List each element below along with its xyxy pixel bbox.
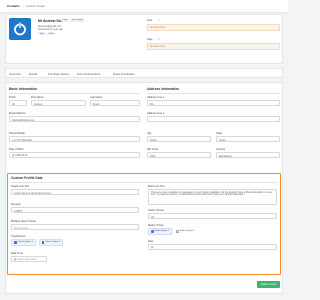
zip-label: ZIP Code <box>147 148 158 151</box>
prefix-label: Prefix <box>9 96 16 99</box>
checkbox-option-1[interactable]: Check Option 1 <box>11 239 36 246</box>
single-line-input[interactable]: Lorem ipsum is simply dummy text <box>11 189 139 195</box>
last-name-label: Last Name <box>90 96 103 99</box>
numeric-input[interactable]: 173876 <box>11 207 139 213</box>
country-select[interactable]: Bangladesh <box>216 152 280 158</box>
select-choice-dropdown[interactable]: NA <box>148 213 277 219</box>
address-line1-input[interactable]: 8/A <box>147 100 280 106</box>
divider <box>11 182 277 183</box>
update-contact-button[interactable]: Update Contact <box>257 281 280 288</box>
single-line-label: Single Line Text <box>11 185 30 188</box>
lists-edit-icon[interactable]: ✎ <box>158 19 160 22</box>
state-input[interactable]: Sylhet <box>216 136 280 142</box>
zip-input[interactable]: 3100 <box>147 152 211 158</box>
dob-label: Date of Birth <box>9 148 24 151</box>
multi-line-value: There are many variations of passages of… <box>151 190 273 197</box>
status-badge: Subscribed <box>70 18 85 22</box>
checkbox-icon <box>14 241 17 244</box>
breadcrumb-current: Andrew Stuart <box>26 4 46 8</box>
state-label: State <box>216 132 223 135</box>
date-time-label: Date Time <box>11 252 23 255</box>
address-info-title: Address Information <box>147 87 180 91</box>
radio-option-2[interactable]: Radio Option 2 <box>176 230 194 233</box>
first-name-label: First Name <box>31 96 44 99</box>
custom-profile-title: Custom Profile Data <box>11 176 43 180</box>
avatar[interactable] <box>9 18 31 40</box>
phone-input[interactable]: +1 (717) 555-0146 <box>9 136 140 142</box>
address-line2-label: Address Line 2 <box>147 112 165 115</box>
numeric-label: Numeric <box>11 203 21 206</box>
tab-bar: Overview Emails Purchase History Form Su… <box>5 68 283 78</box>
breadcrumb: Contacts / Andrew Stuart <box>0 0 288 13</box>
profile-header: Mr Andrew Stuart Lead Subscribed bluefro… <box>5 14 283 64</box>
tab-form-submissions[interactable]: Form Submissions <box>77 72 100 76</box>
checkboxes-label: Checkboxes <box>11 235 26 238</box>
country-label: Country <box>216 148 226 151</box>
divider <box>9 93 140 94</box>
date-time-value: Select date & time <box>17 257 37 261</box>
dob-input[interactable]: ▦ 1983-05-18 <box>9 152 140 158</box>
calendar-icon: ▦ <box>14 257 17 261</box>
radio-icon <box>176 230 179 233</box>
tags-label: Tags <box>147 38 153 41</box>
checkbox-icon <box>41 241 45 244</box>
tab-emails[interactable]: Emails <box>29 72 37 76</box>
breadcrumb-root[interactable]: Contacts <box>7 4 20 8</box>
city-input[interactable]: Sylhet <box>147 136 211 142</box>
tags-box[interactable]: All Subscribers <box>147 43 280 50</box>
lists-value: All Subscribers <box>150 27 166 29</box>
calendar-icon: ▦ <box>12 153 15 157</box>
email-label: Email Address <box>9 112 26 115</box>
multi-line-textarea[interactable]: There are many variations of passages of… <box>148 189 277 205</box>
tab-overview[interactable]: Overview <box>9 72 21 76</box>
calendar-icon: ▦ <box>151 245 154 249</box>
select-choice-label: Select Choice <box>148 209 165 212</box>
email-input[interactable]: bluefrost@gmail.com <box>9 116 140 122</box>
contact-form: Basic Information Prefix Mr First Name A… <box>5 82 283 294</box>
last-name-input[interactable]: Stuart <box>90 100 140 106</box>
address-line2-input[interactable] <box>147 116 280 122</box>
multi-select-dropdown[interactable]: Select choice <box>11 224 139 230</box>
first-name-input[interactable]: Andrew <box>31 100 86 106</box>
tags-value: All Subscribers <box>150 46 166 48</box>
basic-info-title: Basic Information <box>9 87 37 91</box>
tag-chip[interactable]: Tags <box>38 32 46 35</box>
profile-meta: Subscribed 1 year ago <box>38 28 64 31</box>
radio-option-1[interactable]: Radio Option 1 <box>148 228 173 235</box>
custom-profile-section: Custom Profile Data Single Line Text Lor… <box>7 173 281 275</box>
radio-choice-label: Radio Choice <box>148 224 164 227</box>
address-line1-label: Address Line 1 <box>147 96 165 99</box>
city-label: City <box>147 132 152 135</box>
phone-label: Phone/Mobile <box>9 132 25 135</box>
multi-select-label: Multiple select Choice <box>11 220 37 223</box>
date-time-input[interactable]: ▦ Select date & time <box>11 256 47 262</box>
lists-box[interactable]: All Subscribers <box>147 24 280 31</box>
power-icon <box>14 22 26 36</box>
lists-label: Lists <box>147 19 153 22</box>
tag-chip[interactable]: Lead <box>47 32 55 35</box>
radio-icon <box>151 230 154 233</box>
tags-edit-icon[interactable]: ✎ <box>158 38 160 41</box>
checkbox-option-2[interactable]: Check Option 2 <box>38 239 64 246</box>
status-badge: Lead <box>61 18 69 22</box>
update-contact-label: Update Contact <box>260 283 277 286</box>
divider <box>147 93 280 94</box>
date-label: Date <box>148 240 154 243</box>
multi-line-label: Multi Line Text <box>148 185 165 188</box>
breadcrumb-separator: / <box>23 4 24 8</box>
tab-notes-activities[interactable]: Notes & Activities <box>113 72 135 76</box>
tab-purchase-history[interactable]: Purchase History <box>48 72 69 76</box>
date-input[interactable]: ▦ <box>148 244 277 250</box>
prefix-select[interactable]: Mr <box>9 100 27 106</box>
dob-value: 1983-05-18 <box>15 153 28 157</box>
